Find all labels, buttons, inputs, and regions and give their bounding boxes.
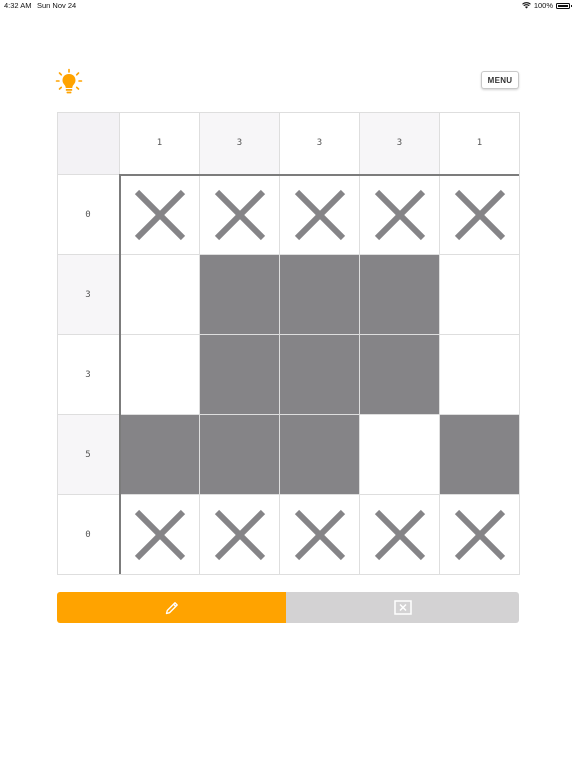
grid-top-border <box>120 174 519 176</box>
column-clue: 1 <box>440 112 520 175</box>
status-time: 4:32 AM <box>4 1 32 10</box>
x-box-icon <box>393 600 412 615</box>
grid-cell-filled[interactable] <box>200 415 280 495</box>
cross-mark-icon <box>134 189 186 241</box>
row-clue: 5 <box>57 415 120 495</box>
grid-left-border <box>119 174 121 574</box>
grid-cell-empty[interactable] <box>120 255 200 335</box>
cross-mark-icon <box>374 509 426 561</box>
column-clue: 3 <box>200 112 280 175</box>
grid-cell-filled[interactable] <box>280 415 360 495</box>
status-bar: 4:32 AM Sun Nov 24 100% <box>0 0 576 12</box>
row-clue: 3 <box>57 255 120 335</box>
column-clue: 3 <box>280 112 360 175</box>
grid-cell-empty[interactable] <box>360 415 440 495</box>
grid-cell-crossed[interactable] <box>280 175 360 255</box>
grid-cell-filled[interactable] <box>280 255 360 335</box>
row-clue: 3 <box>57 335 120 415</box>
column-clue: 3 <box>360 112 440 175</box>
battery-icon <box>556 2 572 9</box>
grid-cell-crossed[interactable] <box>440 175 520 255</box>
grid-cell-empty[interactable] <box>440 335 520 415</box>
pencil-icon <box>165 601 178 614</box>
grid-cell-crossed[interactable] <box>120 175 200 255</box>
grid-cell-crossed[interactable] <box>360 495 440 575</box>
grid-cell-filled[interactable] <box>360 335 440 415</box>
battery-percent: 100% <box>533 1 553 10</box>
grid-cell-filled[interactable] <box>440 415 520 495</box>
grid-cell-filled[interactable] <box>280 335 360 415</box>
fill-mode-button[interactable] <box>57 592 286 623</box>
row-clue: 0 <box>57 175 120 255</box>
grid-cell-crossed[interactable] <box>360 175 440 255</box>
grid-cell-filled[interactable] <box>200 255 280 335</box>
cross-mark-icon <box>214 509 266 561</box>
grid-cell-crossed[interactable] <box>440 495 520 575</box>
grid-cell-filled[interactable] <box>120 415 200 495</box>
cross-mark-icon <box>294 189 346 241</box>
grid-cell-crossed[interactable] <box>200 175 280 255</box>
grid-cell-filled[interactable] <box>360 255 440 335</box>
cross-mode-button[interactable] <box>286 592 519 623</box>
wifi-icon <box>521 2 531 9</box>
board-corner <box>57 112 120 175</box>
menu-button[interactable]: MENU <box>481 71 519 89</box>
cross-mark-icon <box>134 509 186 561</box>
row-clue: 0 <box>57 495 120 575</box>
cross-mark-icon <box>294 509 346 561</box>
grid-cell-filled[interactable] <box>200 335 280 415</box>
column-clue: 1 <box>120 112 200 175</box>
cross-mark-icon <box>374 189 426 241</box>
mode-toggle <box>57 592 519 623</box>
grid-cell-empty[interactable] <box>120 335 200 415</box>
cross-mark-icon <box>454 509 506 561</box>
grid-cell-crossed[interactable] <box>120 495 200 575</box>
cross-mark-icon <box>454 189 506 241</box>
grid-cell-crossed[interactable] <box>200 495 280 575</box>
grid-cell-empty[interactable] <box>440 255 520 335</box>
cross-mark-icon <box>214 189 266 241</box>
status-right: 100% <box>521 1 572 10</box>
status-date: Sun Nov 24 <box>37 1 77 10</box>
grid-cell-crossed[interactable] <box>280 495 360 575</box>
puzzle-board: 1333103350 <box>57 112 520 575</box>
lightbulb-icon[interactable] <box>55 68 83 96</box>
